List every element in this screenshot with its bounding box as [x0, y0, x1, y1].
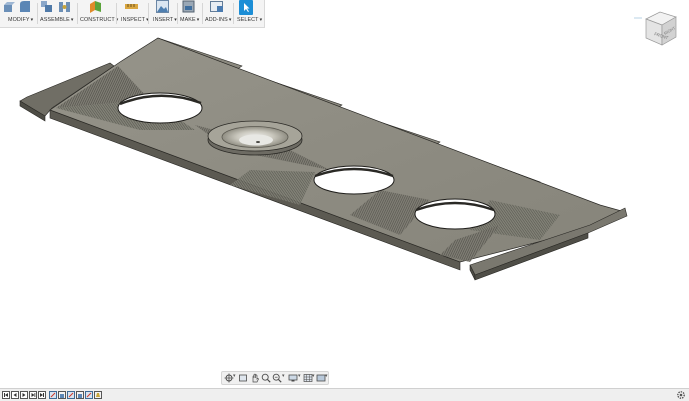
pan-icon[interactable] — [250, 373, 260, 383]
3d-print-icon[interactable] — [182, 0, 195, 13]
display-dropdown-icon[interactable]: ▾ — [298, 373, 301, 379]
offset-plane-icon[interactable] — [89, 0, 102, 13]
toolbar-separator — [116, 3, 117, 24]
press-pull-icon[interactable] — [2, 0, 15, 13]
display-settings-icon[interactable] — [288, 373, 298, 383]
step-back-icon[interactable] — [11, 391, 19, 399]
toolbar-label-insert[interactable]: INSERT▾ — [153, 17, 177, 23]
navigation-bar: ▾ ▾ ▾ ▾ ▾ — [221, 371, 329, 385]
fillet-icon[interactable] — [18, 0, 31, 13]
toolbar-group-modify[interactable]: MODIFY▾ — [2, 0, 34, 27]
toolbar-label-assemble[interactable]: ASSEMBLE▾ — [40, 17, 74, 23]
orbit-dropdown-icon[interactable]: ▾ — [233, 373, 236, 379]
grid-dropdown-icon[interactable]: ▾ — [312, 373, 315, 379]
sketch-feature-icon[interactable] — [49, 391, 57, 399]
toolbar-label-select[interactable]: SELECT▾ — [237, 17, 262, 23]
design-toolbar: MODIFY▾ ASSEMBLE▾ CONSTRUCT▾ INSPECT▾ IN… — [0, 0, 265, 28]
toolbar-separator — [148, 3, 149, 24]
look-at-icon[interactable] — [238, 373, 248, 383]
toolbar-label-modify[interactable]: MODIFY▾ — [8, 17, 33, 23]
toolbar-group-inspect[interactable]: INSPECT▾ — [119, 0, 149, 27]
3d-model[interactable] — [19, 37, 628, 281]
canvas-viewport[interactable] — [0, 0, 689, 390]
zoom-window-icon[interactable] — [272, 373, 282, 383]
toolbar-label-inspect[interactable]: INSPECT▾ — [121, 17, 149, 23]
gear-icon[interactable] — [676, 390, 686, 400]
zoom-dropdown-icon[interactable]: ▾ — [282, 373, 285, 379]
center-cup[interactable] — [207, 120, 303, 156]
scripts-icon[interactable] — [210, 0, 223, 13]
toolbar-separator — [177, 3, 178, 24]
toolbar-label-construct[interactable]: CONSTRUCT▾ — [80, 17, 118, 23]
sketch-feature-icon[interactable] — [85, 391, 93, 399]
measure-icon[interactable] — [125, 0, 138, 13]
sketch-feature-icon[interactable] — [67, 391, 75, 399]
step-forward-icon[interactable] — [29, 391, 37, 399]
toolbar-group-insert[interactable]: INSERT▾ — [151, 0, 178, 27]
zoom-icon[interactable] — [261, 373, 271, 383]
toolbar-group-assemble[interactable]: ASSEMBLE▾ — [40, 0, 76, 27]
viewports-dropdown-icon[interactable]: ▾ — [325, 373, 328, 379]
play-icon[interactable] — [20, 391, 28, 399]
toolbar-group-construct[interactable]: CONSTRUCT▾ — [79, 0, 118, 27]
extrude-feature-icon[interactable] — [76, 391, 84, 399]
timeline-bar — [0, 388, 689, 401]
go-to-start-icon[interactable] — [2, 391, 10, 399]
toolbar-group-make[interactable]: MAKE▾ — [179, 0, 202, 27]
joint-icon[interactable] — [58, 0, 71, 13]
select-cursor-icon[interactable] — [239, 0, 253, 15]
new-component-icon[interactable] — [40, 0, 53, 13]
toolbar-separator — [77, 3, 78, 24]
toolbar-label-make[interactable]: MAKE▾ — [180, 17, 199, 23]
toolbar-group-add-ins[interactable]: ADD-INS▾ — [204, 0, 232, 27]
toolbar-separator — [37, 3, 38, 24]
toolbar-label-add-ins[interactable]: ADD-INS▾ — [205, 17, 232, 23]
toolbar-separator — [233, 3, 234, 24]
hole-left[interactable] — [117, 92, 203, 124]
loft-feature-icon[interactable] — [94, 391, 102, 399]
toolbar-separator — [202, 3, 203, 24]
toolbar-group-select[interactable]: SELECT▾ — [235, 0, 263, 27]
go-to-end-icon[interactable] — [38, 391, 46, 399]
extrude-feature-icon[interactable] — [58, 391, 66, 399]
view-cube[interactable]: FRONT RIGHT — [632, 5, 689, 55]
insert-image-icon[interactable] — [156, 0, 169, 13]
